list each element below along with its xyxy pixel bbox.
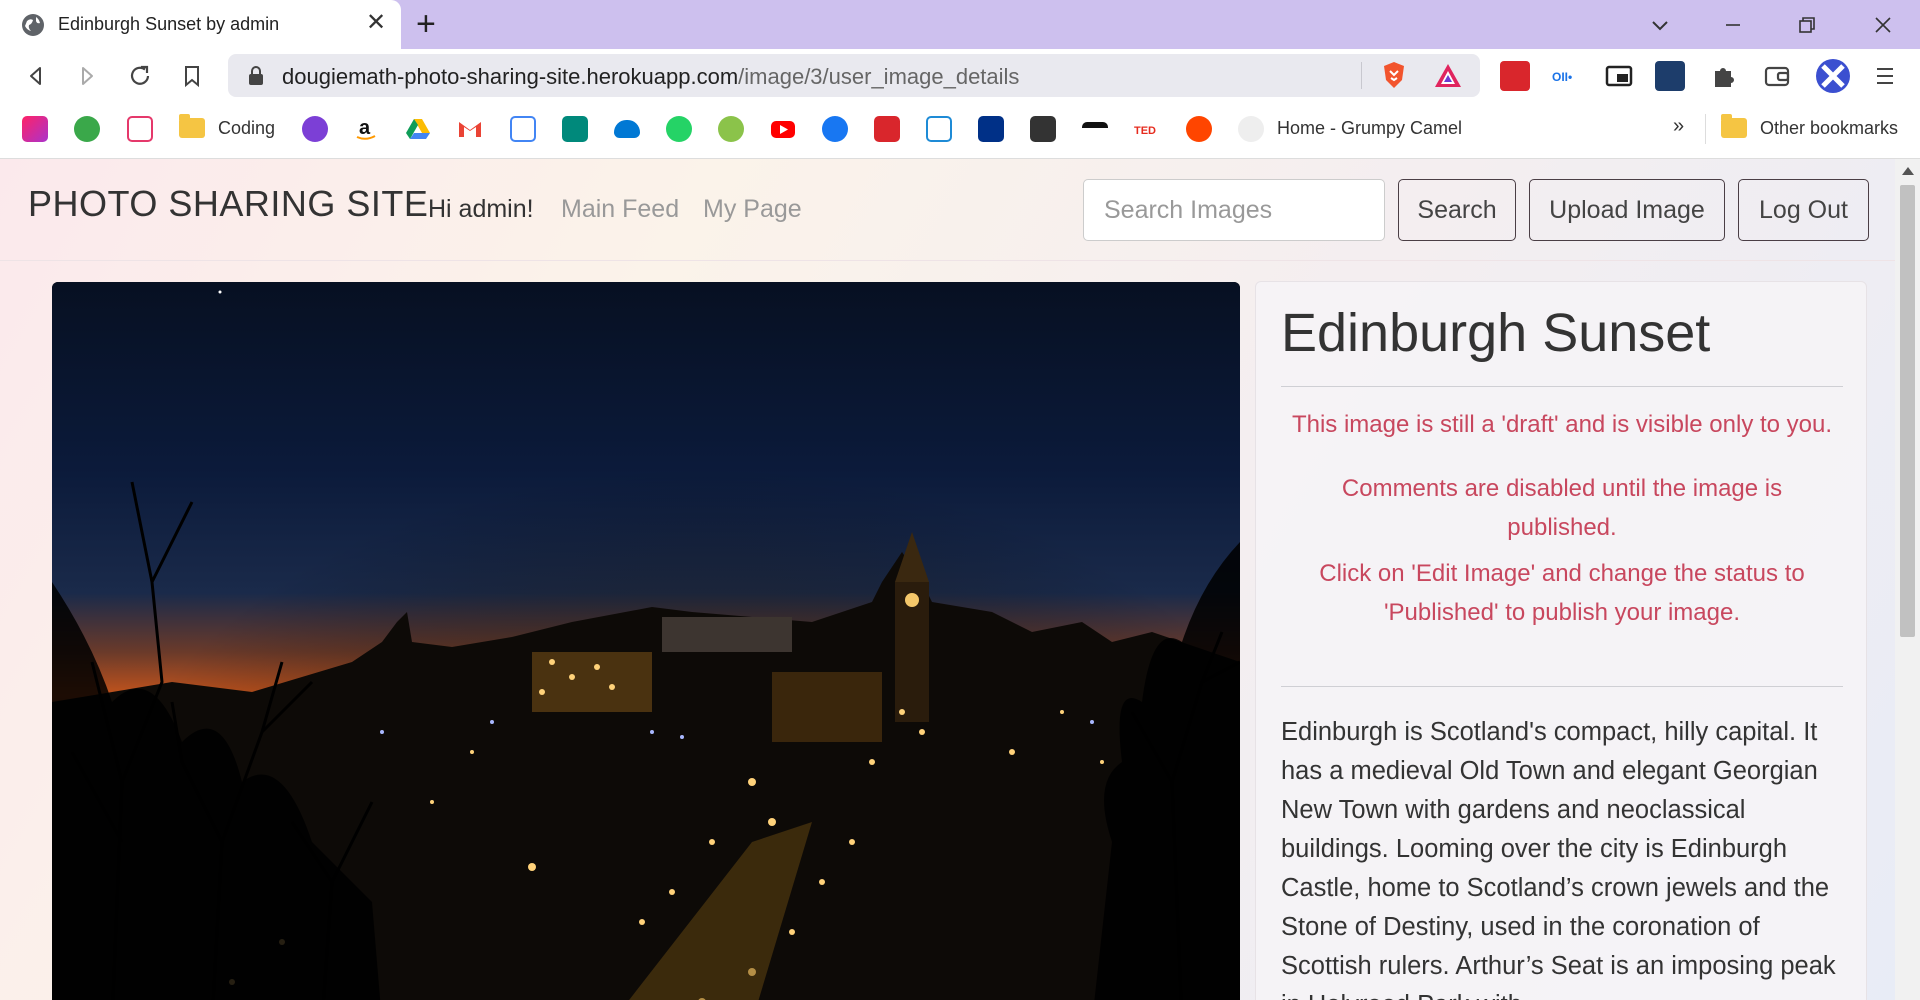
close-tab-icon[interactable]: ✕ xyxy=(366,11,386,35)
olm-extension-icon[interactable]: OII• xyxy=(1550,61,1580,91)
dots-bookmark-icon[interactable] xyxy=(1082,122,1108,136)
image-details-card: Edinburgh Sunset This image is still a '… xyxy=(1255,281,1867,1000)
lock-icon[interactable] xyxy=(248,66,264,86)
url-path: /image/3/user_image_details xyxy=(738,64,1020,89)
bookmark-z-icon[interactable] xyxy=(718,116,744,142)
bookmark-grumpy-camel[interactable]: Home - Grumpy Camel xyxy=(1277,118,1462,139)
bookmarks-divider xyxy=(1705,114,1706,144)
other-bookmarks-folder-icon xyxy=(1721,114,1747,138)
bookmark-icon[interactable] xyxy=(178,62,206,90)
site-navbar: PHOTO SHARING SITE Hi admin! Main Feed M… xyxy=(0,159,1895,261)
logout-button[interactable]: Log Out xyxy=(1738,179,1869,241)
reload-icon[interactable] xyxy=(126,62,154,90)
browser-tab-strip: Edinburgh Sunset by admin ✕ + xyxy=(0,0,1920,49)
bookmark-chat-icon[interactable] xyxy=(127,116,153,142)
new-tab-icon[interactable]: + xyxy=(416,7,436,41)
bookmarks-overflow-icon[interactable]: » xyxy=(1673,115,1684,138)
bookmark-favicon-icon[interactable] xyxy=(22,116,48,142)
divider xyxy=(1281,386,1843,387)
edinburgh-sunset-image xyxy=(52,282,1240,1000)
upload-image-button[interactable]: Upload Image xyxy=(1529,179,1725,241)
onedrive-icon[interactable] xyxy=(614,120,640,138)
close-window-icon[interactable] xyxy=(1868,10,1898,40)
youtube-icon[interactable] xyxy=(770,116,796,142)
url-text[interactable]: dougiemath-photo-sharing-site.herokuapp.… xyxy=(282,64,1019,90)
ted-icon[interactable]: TED xyxy=(1134,116,1160,142)
draft-notice: This image is still a 'draft' and is vis… xyxy=(1291,411,1833,438)
site-brand[interactable]: PHOTO SHARING SITE xyxy=(28,183,428,225)
publish-instructions: Click on 'Edit Image' and change the sta… xyxy=(1319,560,1805,626)
bookmark-i-icon[interactable] xyxy=(302,116,328,142)
svg-text:a: a xyxy=(359,117,371,139)
tab-search-chevron-icon[interactable] xyxy=(1645,10,1675,40)
back-icon[interactable] xyxy=(22,62,50,90)
scroll-up-arrow-icon[interactable] xyxy=(1902,167,1914,175)
scrollbar-thumb[interactable] xyxy=(1900,185,1915,637)
gmail-icon[interactable] xyxy=(457,116,483,142)
omnibox-divider xyxy=(1361,62,1362,89)
address-bar[interactable]: dougiemath-photo-sharing-site.herokuapp.… xyxy=(228,54,1480,97)
paypal-icon[interactable] xyxy=(978,116,1004,142)
restore-icon[interactable] xyxy=(1792,10,1822,40)
greeting-link[interactable]: Hi admin! xyxy=(428,195,534,224)
brave-rewards-icon[interactable] xyxy=(1433,61,1463,91)
svg-text:OII•: OII• xyxy=(1552,70,1572,84)
svg-text:TED: TED xyxy=(1134,125,1156,137)
google-drive-icon[interactable] xyxy=(405,116,431,142)
reddit-icon[interactable] xyxy=(1186,116,1212,142)
whatsapp-icon[interactable] xyxy=(666,116,692,142)
extensions-puzzle-icon[interactable] xyxy=(1709,61,1739,91)
image-description: Edinburgh is Scotland's compact, hilly c… xyxy=(1281,718,1836,1000)
wallet-icon[interactable] xyxy=(1762,61,1792,91)
menu-kebab-icon[interactable] xyxy=(1870,61,1900,91)
page-scrollbar[interactable] xyxy=(1895,159,1920,1000)
minimize-icon[interactable] xyxy=(1718,10,1748,40)
google-calendar-icon[interactable] xyxy=(510,116,536,142)
profile-avatar-icon[interactable] xyxy=(1815,58,1851,94)
picture-in-picture-icon[interactable] xyxy=(1604,61,1634,91)
bookmark-coding[interactable]: Coding xyxy=(218,118,275,139)
todoist-extension-icon[interactable] xyxy=(1500,61,1530,91)
bookmark-e-icon[interactable] xyxy=(74,116,100,142)
bookmarks-bar: Coding a TED Home - Grumpy Camel » Other… xyxy=(0,102,1920,159)
comments-disabled-notice: Comments are disabled until the image is… xyxy=(1341,475,1783,541)
image-title: Edinburgh Sunset xyxy=(1281,303,1711,363)
search-button[interactable]: Search xyxy=(1398,179,1516,241)
amazon-icon[interactable]: a xyxy=(353,116,379,142)
search-input[interactable] xyxy=(1083,179,1385,241)
forward-icon[interactable] xyxy=(73,62,101,90)
page-viewport: PHOTO SHARING SITE Hi admin! Main Feed M… xyxy=(0,159,1920,1000)
main-feed-link[interactable]: Main Feed xyxy=(561,195,679,224)
tab-title: Edinburgh Sunset by admin xyxy=(58,14,280,34)
image-photo xyxy=(52,282,1240,1000)
brave-shield-icon[interactable] xyxy=(1379,60,1409,90)
translate-icon[interactable] xyxy=(926,116,952,142)
other-bookmarks[interactable]: Other bookmarks xyxy=(1760,118,1898,139)
arc-extension-icon[interactable] xyxy=(1655,61,1685,91)
browser-tab[interactable]: Edinburgh Sunset by admin ✕ xyxy=(0,0,401,49)
google-meet-icon[interactable] xyxy=(562,116,588,142)
grumpy-camel-icon[interactable] xyxy=(1238,116,1264,142)
qr-code-icon[interactable] xyxy=(1030,116,1056,142)
divider xyxy=(1281,686,1843,687)
folder-icon xyxy=(179,114,205,138)
facebook-icon[interactable] xyxy=(822,116,848,142)
todoist-bookmark-icon[interactable] xyxy=(874,116,900,142)
globe-icon xyxy=(22,14,44,36)
my-page-link[interactable]: My Page xyxy=(703,195,802,224)
browser-toolbar: dougiemath-photo-sharing-site.herokuapp.… xyxy=(0,49,1920,102)
url-host: dougiemath-photo-sharing-site.herokuapp.… xyxy=(282,64,739,89)
